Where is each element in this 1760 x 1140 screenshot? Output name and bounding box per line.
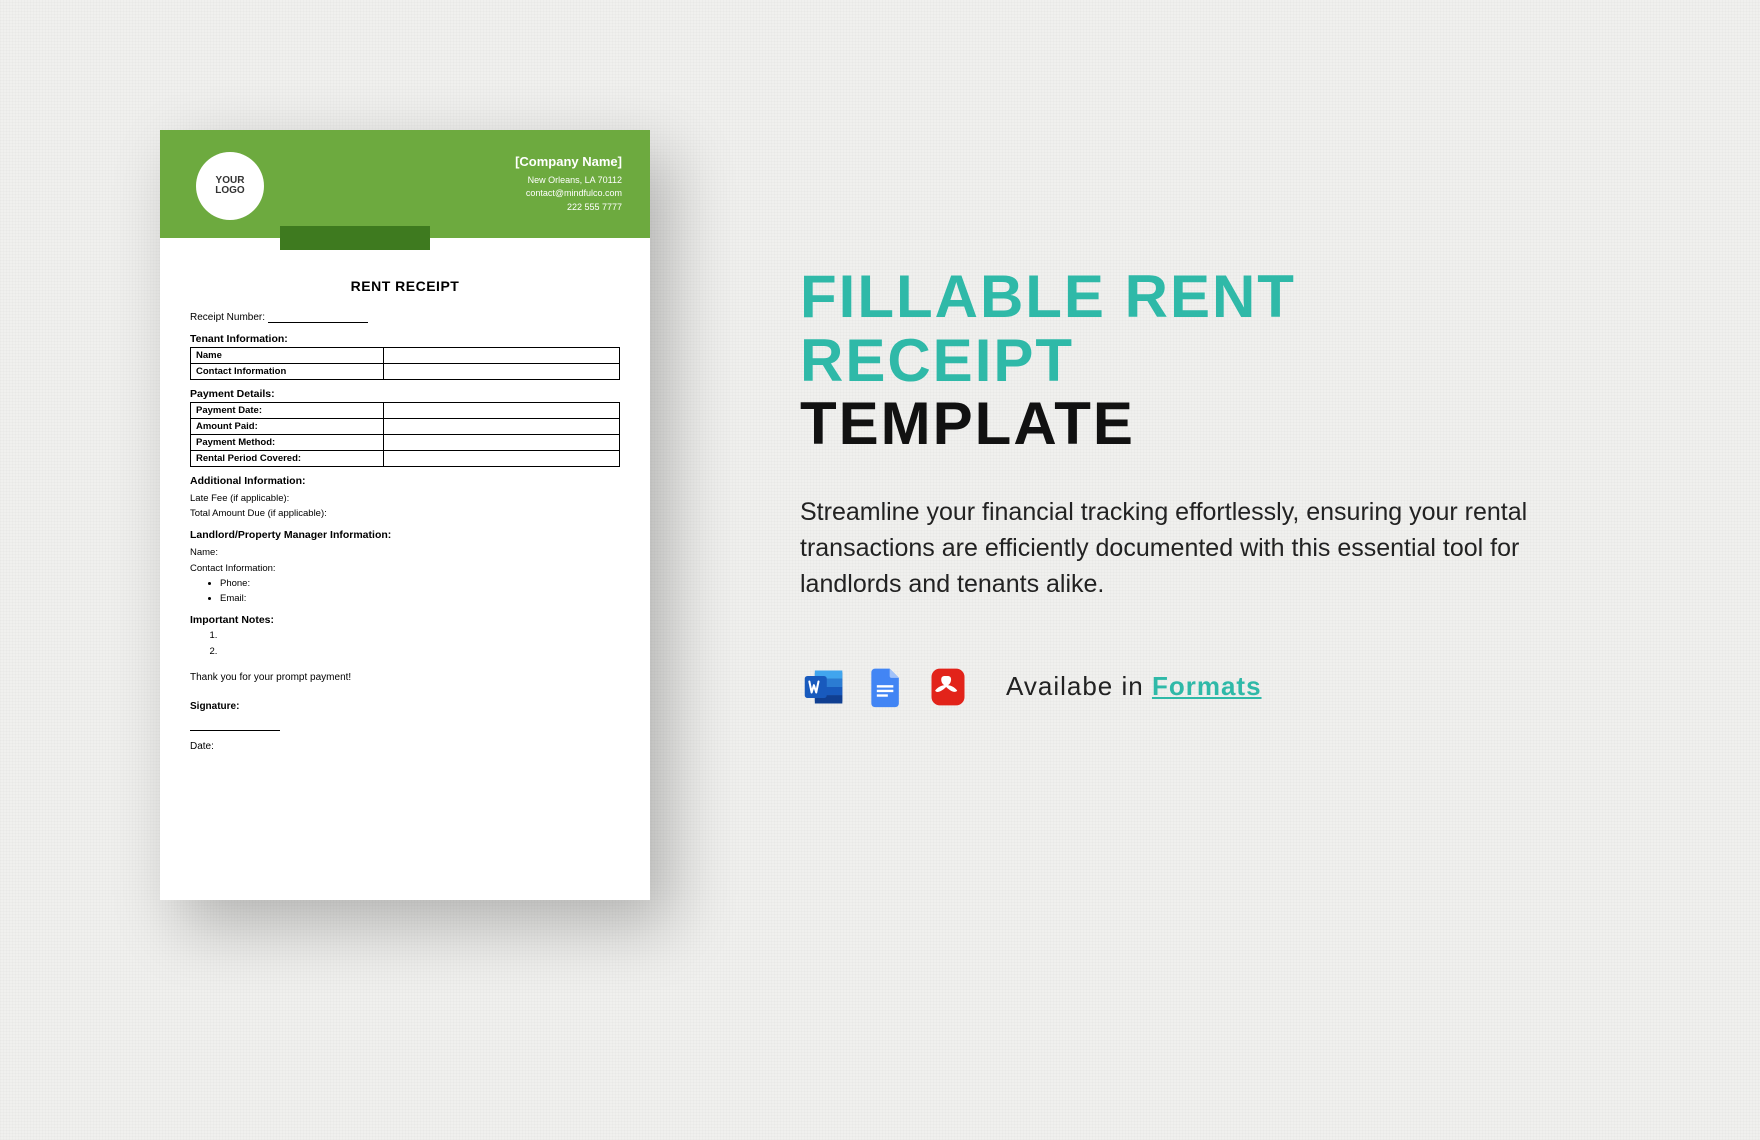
word-icon[interactable] [800, 663, 848, 711]
cell-value [384, 451, 620, 467]
tenant-section-title: Tenant Information: [190, 333, 620, 345]
company-name: [Company Name] [515, 152, 622, 172]
table-row: Amount Paid: [191, 419, 620, 435]
total-due-label: Total Amount Due (if applicable): [190, 508, 327, 519]
cell-label: Name [191, 348, 384, 364]
company-email: contact@mindfulco.com [515, 187, 622, 201]
payment-table: Payment Date: Amount Paid: Payment Metho… [190, 402, 620, 467]
table-row: Payment Date: [191, 403, 620, 419]
document-title: RENT RECEIPT [190, 278, 620, 294]
landlord-section-title: Landlord/Property Manager Information: [190, 529, 620, 541]
notes-section-title: Important Notes: [190, 614, 620, 626]
signature-line [190, 730, 280, 731]
promo-panel: FILLABLE RENT RECEIPT TEMPLATE Streamlin… [800, 265, 1580, 711]
table-row: Payment Method: [191, 435, 620, 451]
email-label: Email: [220, 593, 246, 604]
formats-text: Availabe in Formats [1006, 671, 1262, 702]
table-row: Name [191, 348, 620, 364]
table-row: Rental Period Covered: [191, 451, 620, 467]
signature-label: Signature: [190, 701, 620, 712]
thank-you-text: Thank you for your prompt payment! [190, 672, 620, 683]
receipt-number-label: Receipt Number: [190, 312, 265, 323]
list-item: Email: [220, 591, 620, 606]
list-item: Phone: [220, 576, 620, 591]
title-line-3: TEMPLATE [800, 392, 1580, 456]
available-prefix: Availabe in [1006, 671, 1152, 701]
notes-list [220, 628, 620, 660]
landlord-lines: Name: Contact Information: Phone: Email: [190, 545, 620, 606]
landlord-contact-label: Contact Information: [190, 563, 276, 574]
header-accent-bar [280, 226, 430, 250]
receipt-body: RENT RECEIPT Receipt Number: Tenant Info… [160, 238, 650, 772]
landlord-name-label: Name: [190, 547, 218, 558]
company-info: [Company Name] New Orleans, LA 70112 con… [515, 152, 622, 214]
cell-label: Payment Method: [191, 435, 384, 451]
cell-value [384, 364, 620, 380]
payment-section-title: Payment Details: [190, 388, 620, 400]
company-phone: 222 555 7777 [515, 201, 622, 215]
blank-line [268, 313, 368, 323]
phone-label: Phone: [220, 578, 250, 589]
additional-section-title: Additional Information: [190, 475, 620, 487]
title-line-1: FILLABLE RENT [800, 265, 1580, 329]
cell-label: Amount Paid: [191, 419, 384, 435]
google-docs-icon[interactable] [862, 663, 910, 711]
tenant-table: Name Contact Information [190, 347, 620, 380]
cell-label: Rental Period Covered: [191, 451, 384, 467]
late-fee-label: Late Fee (if applicable): [190, 493, 289, 504]
logo-placeholder: YOUR LOGO [196, 152, 264, 220]
list-item [220, 628, 620, 644]
table-row: Contact Information [191, 364, 620, 380]
receipt-page: YOUR LOGO [Company Name] New Orleans, LA… [160, 130, 650, 900]
additional-lines: Late Fee (if applicable): Total Amount D… [190, 491, 620, 521]
formats-link[interactable]: Formats [1152, 671, 1262, 701]
receipt-number-field: Receipt Number: [190, 312, 620, 323]
cell-value [384, 419, 620, 435]
pdf-icon[interactable] [924, 663, 972, 711]
description-text: Streamline your financial tracking effor… [800, 494, 1560, 603]
cell-label: Contact Information [191, 364, 384, 380]
formats-row: Availabe in Formats [800, 663, 1580, 711]
company-address: New Orleans, LA 70112 [515, 174, 622, 188]
cell-value [384, 403, 620, 419]
cell-value [384, 435, 620, 451]
receipt-header: YOUR LOGO [Company Name] New Orleans, LA… [160, 130, 650, 238]
logo-text: YOUR LOGO [215, 176, 244, 197]
title-line-2: RECEIPT [800, 329, 1580, 393]
signature-block: Signature: Date: [190, 701, 620, 752]
date-label: Date: [190, 741, 214, 752]
cell-value [384, 348, 620, 364]
cell-label: Payment Date: [191, 403, 384, 419]
list-item [220, 644, 620, 660]
